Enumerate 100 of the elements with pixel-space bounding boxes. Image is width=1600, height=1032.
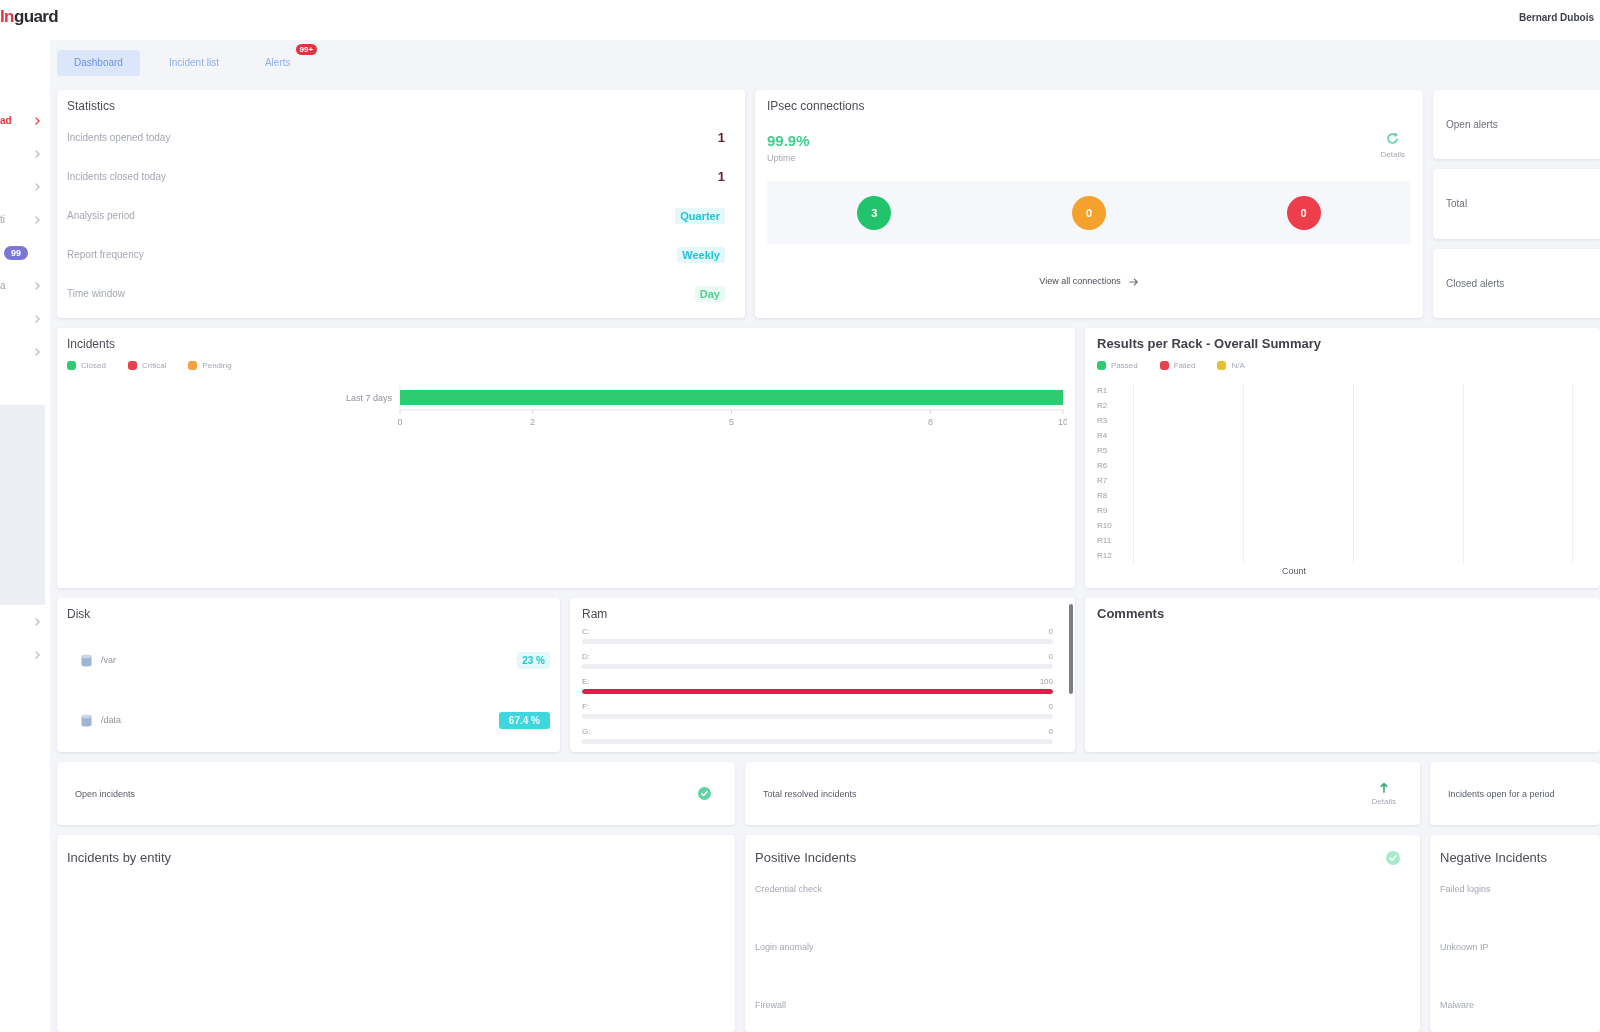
- status-tag: Weekly: [677, 246, 725, 263]
- usage-label: G:: [582, 727, 591, 736]
- chevron-icon[interactable]: [35, 149, 40, 158]
- axis-tick-label: 0: [397, 417, 403, 427]
- sidebar-item[interactable]: a: [0, 269, 50, 302]
- card-title: Negative Incidents: [1440, 850, 1547, 866]
- list-item[interactable]: Unknown IP: [1440, 942, 1580, 953]
- chevron-icon[interactable]: [35, 617, 40, 626]
- card-title: Comments: [1097, 607, 1166, 621]
- card-title: Incidents: [67, 337, 117, 351]
- tab[interactable]: Dashboard: [57, 49, 140, 76]
- stat-label: Incidents opened today: [67, 132, 171, 143]
- database-icon: [81, 713, 92, 727]
- chevron-icon: [35, 116, 40, 125]
- category-label: Last 7 days: [345, 392, 392, 403]
- stat-label: Time window: [67, 288, 125, 299]
- usage-reading: 0: [1048, 627, 1053, 636]
- usage-reading: 100: [1039, 677, 1053, 686]
- card-title: Positive Incidents: [755, 850, 857, 866]
- usage-tag: 23 %: [517, 651, 550, 669]
- row-label: R4: [1097, 431, 1109, 441]
- check-circle-icon: [698, 787, 711, 800]
- chevron-icon[interactable]: [35, 182, 40, 191]
- axis-tick-label: 2: [530, 417, 536, 427]
- legend-label: Closed: [81, 360, 106, 370]
- axis-tick-label: 5: [729, 417, 734, 427]
- list-item[interactable]: Failed logins: [1440, 884, 1580, 895]
- stat-label: Incidents closed today: [67, 171, 166, 182]
- count-badge: 99+: [295, 43, 318, 55]
- axis-tick-label: 10: [1058, 417, 1067, 427]
- row-label: R6: [1097, 461, 1109, 471]
- row-label: R5: [1097, 446, 1109, 456]
- usage-reading: 0: [1048, 727, 1053, 736]
- chevron-icon[interactable]: [35, 347, 40, 356]
- tab[interactable]: Incident list: [151, 49, 236, 76]
- row-label: R9: [1097, 506, 1109, 516]
- view-all-link[interactable]: View all connections: [1039, 276, 1121, 287]
- usage-reading: 0: [1048, 652, 1053, 661]
- stat-label: Report frequency: [67, 249, 144, 260]
- card-title: Ram: [582, 607, 609, 621]
- legend-swatch-icon: [188, 360, 198, 370]
- card-title: Statistics: [67, 99, 116, 113]
- status-count-badge: 3: [857, 195, 892, 230]
- usage-label: F:: [582, 702, 590, 711]
- legend-label: Failed: [1173, 360, 1196, 370]
- row-label: R12: [1097, 551, 1113, 561]
- list-item[interactable]: Credential check: [755, 884, 1400, 895]
- status-count-badge: 0: [1072, 195, 1106, 230]
- sidebar-item[interactable]: ad: [0, 104, 50, 137]
- uptime-caption: Uptime: [767, 153, 797, 164]
- legend-swatch-icon: [127, 360, 137, 370]
- chevron-icon[interactable]: [35, 314, 40, 323]
- status-tag: Day: [694, 285, 725, 302]
- card-title: Incidents by entity: [67, 850, 173, 866]
- counter-title: Incidents open for a period: [1448, 788, 1555, 799]
- counter-title: Open incidents: [75, 788, 136, 799]
- chevron-icon[interactable]: [35, 650, 40, 659]
- logo: Inguard: [0, 7, 59, 27]
- arrow-up-icon: [1379, 781, 1388, 793]
- row-label: R11: [1097, 536, 1113, 546]
- disk-label: /var: [101, 655, 116, 665]
- usage-reading: 0: [1048, 702, 1053, 711]
- stat-label: Analysis period: [67, 210, 135, 221]
- details-link[interactable]: Details: [1380, 150, 1405, 159]
- row-label: R2: [1097, 401, 1109, 411]
- chevron-icon: [35, 281, 40, 290]
- disk-label: /data: [101, 715, 122, 725]
- row-label: R1: [1097, 386, 1109, 396]
- scrollbar-thumb[interactable]: [1069, 604, 1073, 694]
- list-item[interactable]: Login anomaly: [755, 942, 1400, 953]
- status-count-badge: 0: [1286, 195, 1321, 230]
- count-badge[interactable]: 99: [4, 245, 28, 260]
- card-title: Disk: [67, 607, 92, 621]
- legend-label: Passed: [1111, 360, 1138, 370]
- axis-title: Count: [1282, 566, 1308, 576]
- user-menu[interactable]: Bernard Dubois: [1519, 12, 1594, 23]
- summary-label: Total: [1446, 198, 1468, 210]
- sidebar-item[interactable]: ti: [0, 203, 50, 236]
- row-label: R3: [1097, 416, 1109, 426]
- summary-label: Open alerts: [1446, 119, 1498, 131]
- summary-label: Closed alerts: [1446, 277, 1505, 289]
- check-circle-icon: [1386, 851, 1400, 865]
- refresh-icon[interactable]: [1386, 132, 1400, 145]
- row-label: R7: [1097, 476, 1109, 486]
- list-item[interactable]: Malware: [1440, 1000, 1580, 1011]
- chevron-icon: [35, 215, 40, 224]
- arrow-right-icon[interactable]: [1128, 277, 1139, 286]
- details-link[interactable]: Details: [1371, 796, 1396, 806]
- axis-tick-label: 8: [927, 417, 933, 427]
- row-label: R10: [1097, 521, 1113, 531]
- legend-label: N/A: [1231, 360, 1245, 370]
- usage-label: D:: [582, 652, 590, 661]
- stat-value: 1: [717, 169, 725, 184]
- card-title: IPsec connections: [767, 99, 866, 113]
- usage-tag: 67.4 %: [498, 711, 550, 729]
- usage-label: C:: [582, 627, 590, 636]
- row-label: R8: [1097, 491, 1109, 501]
- card-title: Results per Rack - Overall Summary: [1097, 337, 1322, 351]
- uptime-value: 99.9%: [767, 132, 810, 149]
- list-item[interactable]: Firewall: [755, 1000, 1400, 1011]
